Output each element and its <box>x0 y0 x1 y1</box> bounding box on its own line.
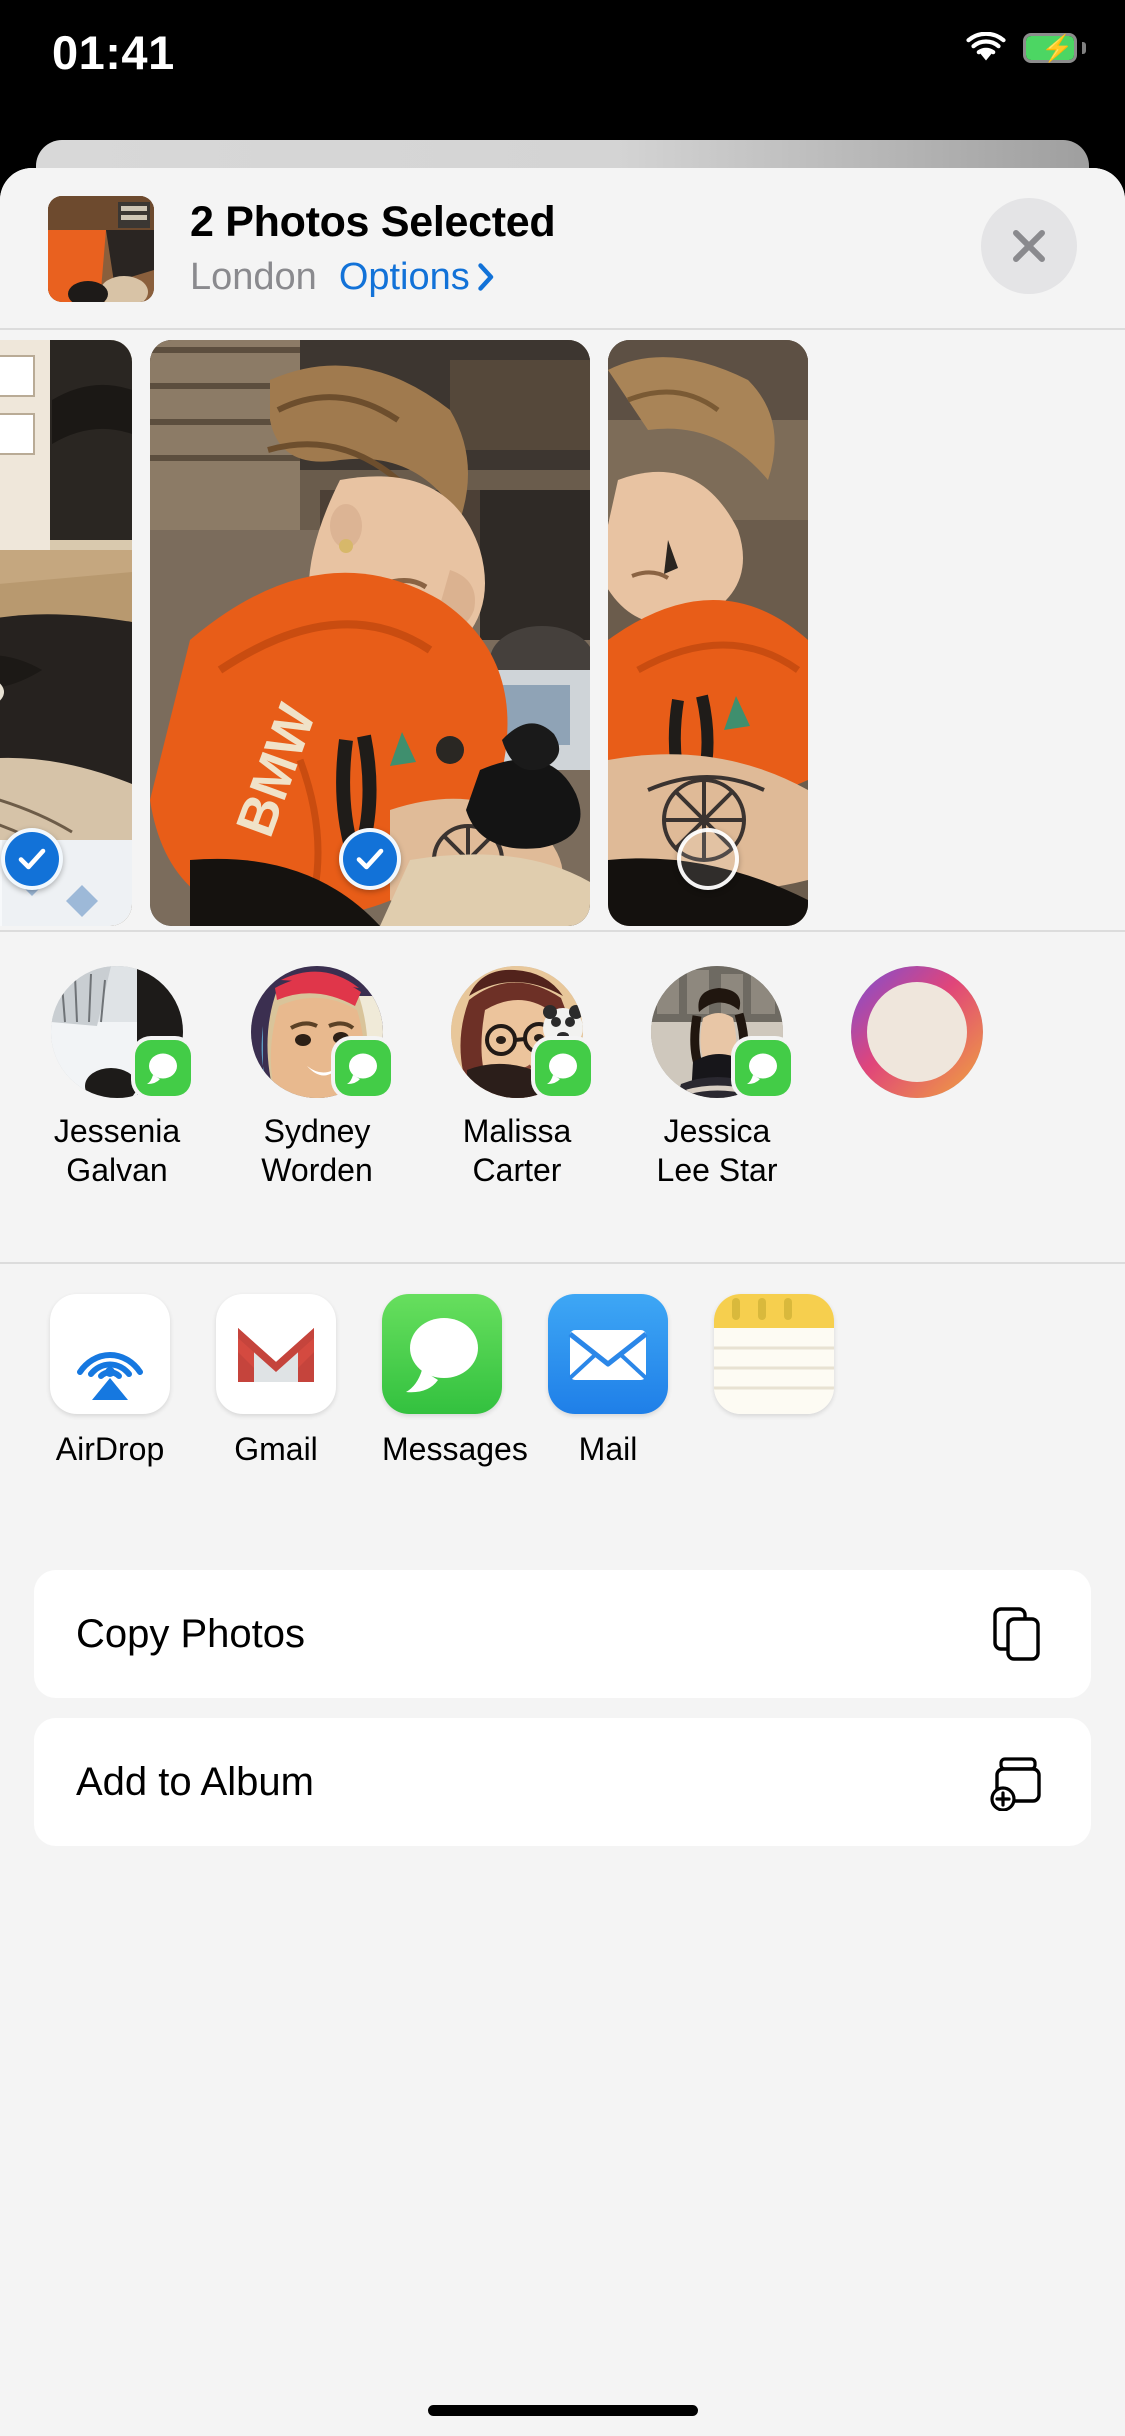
iphone-screen: 01:41 ⚡ 2 Photos Selected London Options… <box>0 0 1125 2436</box>
photo-location-label: London <box>190 256 317 298</box>
share-app-partial[interactable] <box>714 1294 834 1430</box>
checkmark-icon <box>18 848 46 870</box>
options-button[interactable]: Options <box>339 254 495 300</box>
battery-charging-icon: ⚡ <box>1023 33 1086 63</box>
notes-icon <box>714 1294 834 1414</box>
app-label: Messages <box>382 1431 528 1467</box>
share-sheet: 2 Photos Selected London Options BMW Jes… <box>0 168 1125 2436</box>
share-actions-list: Copy Photos Add to Album <box>0 1554 1125 1846</box>
action-label: Copy Photos <box>76 1611 306 1656</box>
mail-icon <box>548 1294 668 1414</box>
contact-name: Jessenia Galvan <box>53 1113 181 1188</box>
close-button[interactable] <box>981 198 1077 294</box>
status-bar-indicators: ⚡ <box>965 32 1086 64</box>
contact-item[interactable]: Malissa Carter <box>434 966 600 1190</box>
app-label: Mail <box>578 1431 638 1467</box>
share-apps-row[interactable]: AirDrop Gmail Messages Mail <box>0 1264 1125 1554</box>
messages-badge-icon <box>535 1040 591 1096</box>
share-app-airdrop[interactable]: AirDrop <box>50 1294 170 1468</box>
contact-item[interactable]: Jessica Lee Star <box>634 966 800 1190</box>
copy-icon <box>989 1605 1047 1663</box>
checkmark-icon <box>356 848 384 870</box>
share-sheet-header: 2 Photos Selected London Options <box>0 168 1125 328</box>
suggested-contacts-row[interactable]: Jessenia Galvan Sydney Worden Malissa Ca… <box>0 932 1125 1262</box>
airdrop-icon <box>50 1294 170 1414</box>
close-icon <box>1013 230 1045 262</box>
action-copy-photos[interactable]: Copy Photos <box>34 1570 1091 1698</box>
messages-badge-icon <box>735 1040 791 1096</box>
options-label: Options <box>338 256 470 298</box>
share-app-messages[interactable]: Messages <box>382 1294 528 1468</box>
home-indicator <box>427 2405 698 2416</box>
gmail-icon <box>216 1294 336 1414</box>
contact-name: Sydney Worden <box>261 1113 373 1188</box>
page-title: 2 Photos Selected <box>190 198 556 246</box>
action-add-to-album[interactable]: Add to Album <box>34 1718 1091 1846</box>
photo-thumbnail-3[interactable] <box>608 340 808 926</box>
photo-selection-checkmark[interactable] <box>677 828 739 890</box>
photo-carousel[interactable]: BMW <box>0 330 1125 930</box>
share-sheet-header-text: 2 Photos Selected London Options <box>190 196 556 300</box>
messages-badge-icon <box>335 1040 391 1096</box>
message-bubble-icon <box>747 1053 777 1084</box>
contact-name: Malissa Carter <box>462 1113 572 1188</box>
share-app-gmail[interactable]: Gmail <box>216 1294 336 1468</box>
contact-item-partial[interactable] <box>834 966 1000 1112</box>
message-bubble-icon <box>147 1053 177 1084</box>
avatar <box>851 966 983 1098</box>
photo-selection-checkmark[interactable] <box>339 828 401 890</box>
share-sheet-subtitle: London Options <box>190 254 555 300</box>
message-bubble-icon <box>347 1053 377 1084</box>
contact-name: Jessica Lee Star <box>656 1113 778 1188</box>
status-bar-clock: 01:41 <box>52 26 175 79</box>
contact-item[interactable]: Sydney Worden <box>234 966 400 1190</box>
selected-photo-thumbnail <box>48 196 154 302</box>
messages-badge-icon <box>135 1040 191 1096</box>
wifi-icon <box>966 32 1006 61</box>
photo-thumbnail-2[interactable]: BMW <box>150 340 590 926</box>
status-bar: 01:41 ⚡ <box>0 0 1125 132</box>
chevron-right-icon <box>478 263 493 291</box>
app-label: AirDrop <box>55 1431 165 1467</box>
add-to-album-icon <box>989 1753 1047 1811</box>
action-label: Add to Album <box>76 1759 314 1804</box>
photo-thumbnail-1[interactable] <box>0 340 132 926</box>
app-label: Gmail <box>234 1431 318 1467</box>
message-bubble-icon <box>547 1053 577 1084</box>
share-app-mail[interactable]: Mail <box>548 1294 668 1468</box>
messages-icon <box>382 1294 502 1414</box>
contact-item[interactable]: Jessenia Galvan <box>34 966 200 1190</box>
photo-selection-checkmark[interactable] <box>1 828 63 890</box>
